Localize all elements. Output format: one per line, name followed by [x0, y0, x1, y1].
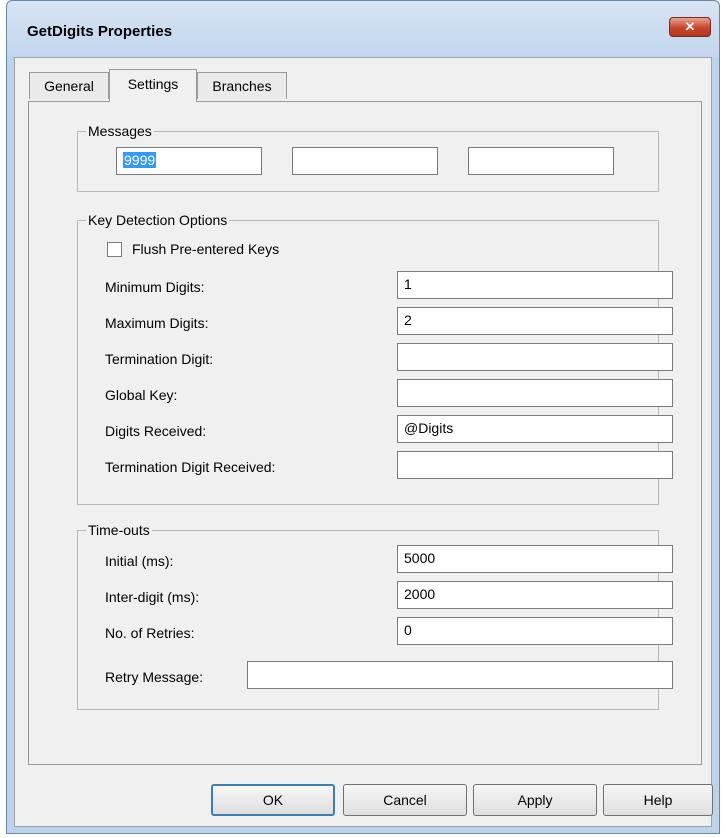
- global-key-label: Global Key:: [105, 387, 178, 403]
- ok-button-label: OK: [262, 792, 284, 808]
- minimum-digits-input[interactable]: 1: [397, 271, 673, 299]
- initial-ms-label: Initial (ms):: [105, 553, 174, 569]
- inter-digit-ms-input[interactable]: 2000: [397, 581, 673, 609]
- maximum-digits-label: Maximum Digits:: [105, 315, 209, 331]
- initial-ms-input[interactable]: 5000: [397, 545, 673, 573]
- timeouts-group: Time-outs Initial (ms): 5000 Inter-digit…: [77, 522, 673, 710]
- termination-digit-received-input[interactable]: [397, 451, 673, 479]
- tab-label: General: [44, 78, 94, 94]
- retries-label: No. of Retries:: [105, 625, 195, 641]
- retry-message-input[interactable]: [247, 661, 673, 689]
- ok-button[interactable]: OK: [211, 784, 335, 816]
- global-key-input[interactable]: [397, 379, 673, 407]
- settings-tab-page: Messages 9999 Key Detection Options Flus…: [28, 101, 702, 765]
- help-button-label: Help: [643, 792, 673, 808]
- retry-message-label: Retry Message:: [105, 669, 204, 685]
- dialog-window: GetDigits Properties ✕ General Settings …: [6, 0, 720, 834]
- minimum-digits-label: Minimum Digits:: [105, 279, 205, 295]
- messages-legend: Messages: [86, 123, 154, 139]
- close-icon: ✕: [684, 19, 696, 34]
- termination-digit-received-label: Termination Digit Received:: [105, 459, 276, 475]
- help-button[interactable]: Help: [603, 784, 713, 816]
- digits-received-input[interactable]: @Digits: [397, 415, 673, 443]
- maximum-digits-input[interactable]: 2: [397, 307, 673, 335]
- message-field-3[interactable]: [468, 147, 614, 175]
- termination-digit-label: Termination Digit:: [105, 351, 214, 367]
- cancel-button-label: Cancel: [383, 792, 427, 808]
- flush-keys-checkbox[interactable]: [107, 242, 122, 257]
- tab-branches[interactable]: Branches: [197, 72, 287, 99]
- key-detection-legend: Key Detection Options: [86, 212, 230, 228]
- digits-received-label: Digits Received:: [105, 423, 207, 439]
- message-field-1[interactable]: 9999: [116, 147, 262, 175]
- retries-input[interactable]: 0: [397, 617, 673, 645]
- apply-button-label: Apply: [517, 792, 553, 808]
- message-field-1-value: 9999: [123, 152, 157, 168]
- apply-button[interactable]: Apply: [473, 784, 597, 816]
- tab-settings[interactable]: Settings: [109, 69, 197, 102]
- messages-group: Messages 9999: [77, 123, 659, 192]
- tab-general[interactable]: General: [29, 72, 109, 99]
- tab-label: Settings: [127, 76, 179, 92]
- timeouts-legend: Time-outs: [86, 522, 152, 538]
- message-field-2[interactable]: [292, 147, 438, 175]
- flush-keys-label: Flush Pre-entered Keys: [132, 241, 280, 257]
- title-bar[interactable]: GetDigits Properties ✕: [7, 1, 719, 57]
- key-detection-group: Key Detection Options Flush Pre-entered …: [77, 212, 673, 505]
- tab-label: Branches: [212, 78, 272, 94]
- cancel-button[interactable]: Cancel: [343, 784, 467, 816]
- termination-digit-input[interactable]: [397, 343, 673, 371]
- close-button[interactable]: ✕: [669, 17, 711, 37]
- dialog-client-area: General Settings Branches Messages 9999 …: [14, 57, 712, 827]
- window-title: GetDigits Properties: [27, 23, 173, 40]
- inter-digit-ms-label: Inter-digit (ms):: [105, 589, 200, 605]
